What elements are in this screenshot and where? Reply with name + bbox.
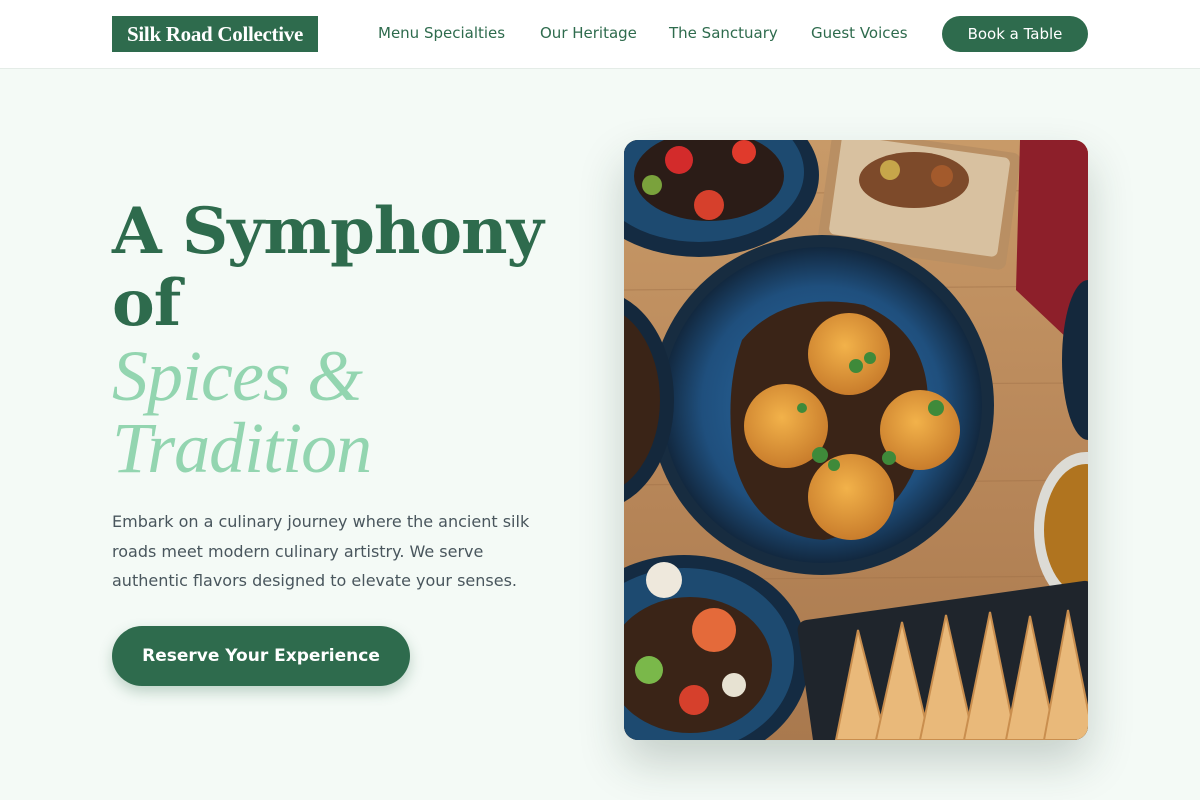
brand-logo[interactable]: Silk Road Collective xyxy=(112,16,318,52)
hero-description: Embark on a culinary journey where the a… xyxy=(112,512,530,590)
nav-our-heritage[interactable]: Our Heritage xyxy=(540,24,637,46)
reserve-experience-button[interactable]: Reserve Your Experience xyxy=(112,626,410,686)
hero-title-line: of xyxy=(112,266,181,341)
hero-food-image xyxy=(624,140,1088,740)
nav-guest-voices[interactable]: Guest Voices xyxy=(811,24,908,46)
site-header: Silk Road Collective Menu Specialties Ou… xyxy=(0,0,1200,69)
book-table-button[interactable]: Book a Table xyxy=(942,16,1088,52)
hero-title-accent: Tradition xyxy=(112,408,372,488)
nav-the-sanctuary[interactable]: The Sanctuary xyxy=(669,24,778,46)
hero-title: A Symphony of Spices & Tradition xyxy=(112,194,582,488)
nav-menu-specialties[interactable]: Menu Specialties xyxy=(378,24,505,46)
hero-title-line: A Symphony xyxy=(112,194,544,269)
hero-title-accent: Spices & xyxy=(112,336,363,416)
